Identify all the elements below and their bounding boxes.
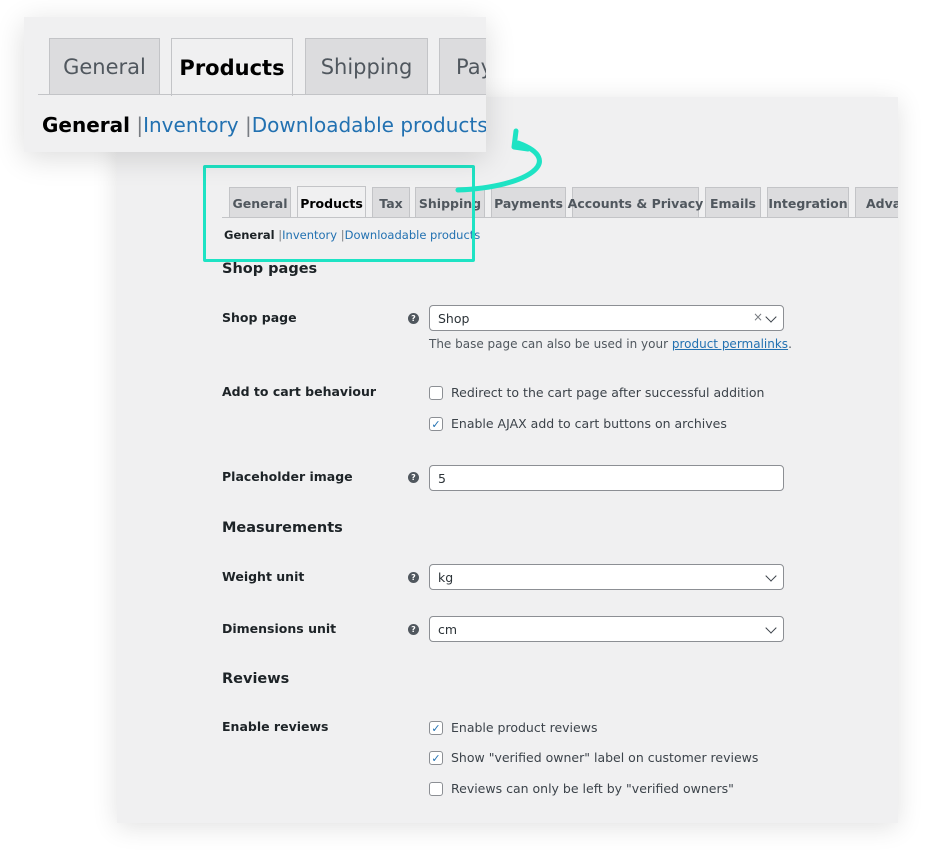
placeholder-image-value: 5 xyxy=(438,470,446,486)
help-icon[interactable]: ? xyxy=(408,572,419,583)
tab-emails[interactable]: Emails xyxy=(705,187,761,217)
redirect-checkbox[interactable] xyxy=(429,386,443,400)
section-heading-shop-pages: Shop pages xyxy=(222,261,318,277)
clear-icon[interactable]: × xyxy=(753,310,763,324)
ajax-checkbox-label: Enable AJAX add to cart buttons on archi… xyxy=(451,416,727,431)
zoomed-callout: General Products Shipping Payments Gener… xyxy=(24,17,486,152)
callout-tab-general[interactable]: General xyxy=(49,38,160,94)
chevron-down-icon xyxy=(765,570,777,582)
shop-page-description: The base page can also be used in your p… xyxy=(429,337,792,351)
help-icon[interactable]: ? xyxy=(408,624,419,635)
shop-page-select[interactable]: Shop × xyxy=(429,305,784,331)
chevron-down-icon xyxy=(765,622,777,634)
tab-integration[interactable]: Integration xyxy=(767,187,849,217)
callout-tab-payments[interactable]: Payments xyxy=(439,38,486,94)
add-to-cart-label: Add to cart behaviour xyxy=(222,384,377,399)
tab-accounts-privacy[interactable]: Accounts & Privacy xyxy=(568,187,703,217)
callout-tab-shipping[interactable]: Shipping xyxy=(305,38,428,94)
enable-product-reviews-checkbox[interactable]: ✓ xyxy=(429,721,443,735)
dimensions-unit-label: Dimensions unit xyxy=(222,621,337,636)
callout-sub-navigation: General |Inventory |Downloadable product… xyxy=(42,113,486,137)
help-icon[interactable]: ? xyxy=(408,313,419,324)
description-suffix: . xyxy=(788,337,792,351)
callout-subnav-inventory[interactable]: Inventory xyxy=(143,113,239,137)
placeholder-image-label: Placeholder image xyxy=(222,469,353,484)
redirect-checkbox-label: Redirect to the cart page after successf… xyxy=(451,385,765,400)
callout-subnav-current: General xyxy=(42,113,130,137)
product-permalinks-link[interactable]: product permalinks xyxy=(672,337,788,351)
help-icon[interactable]: ? xyxy=(408,472,419,483)
weight-unit-select[interactable]: kg xyxy=(429,564,784,590)
weight-unit-value: kg xyxy=(438,569,454,585)
enable-product-reviews-label: Enable product reviews xyxy=(451,720,598,735)
separator: | xyxy=(245,113,252,137)
shop-page-value: Shop xyxy=(438,310,470,326)
section-heading-measurements: Measurements xyxy=(222,520,343,536)
dimensions-unit-select[interactable]: cm xyxy=(429,616,784,642)
dimensions-unit-value: cm xyxy=(438,621,458,637)
callout-tab-products[interactable]: Products xyxy=(171,38,293,96)
tab-divider xyxy=(38,94,486,95)
highlight-box xyxy=(203,165,475,262)
callout-subnav-downloadable[interactable]: Downloadable products xyxy=(252,113,486,137)
tab-advanced[interactable]: Advanced xyxy=(855,187,898,217)
verified-owner-label-checkbox[interactable]: ✓ xyxy=(429,751,443,765)
enable-reviews-label: Enable reviews xyxy=(222,719,329,734)
chevron-down-icon xyxy=(765,311,777,323)
shop-page-label: Shop page xyxy=(222,310,297,325)
placeholder-image-input[interactable]: 5 xyxy=(429,465,784,491)
verified-owner-label-text: Show "verified owner" label on customer … xyxy=(451,750,759,765)
description-text: The base page can also be used in your xyxy=(429,337,672,351)
section-heading-reviews: Reviews xyxy=(222,671,290,687)
weight-unit-label: Weight unit xyxy=(222,569,305,584)
ajax-checkbox[interactable]: ✓ xyxy=(429,417,443,431)
verified-owners-only-checkbox[interactable] xyxy=(429,782,443,796)
verified-owners-only-label: Reviews can only be left by "verified ow… xyxy=(451,781,734,796)
